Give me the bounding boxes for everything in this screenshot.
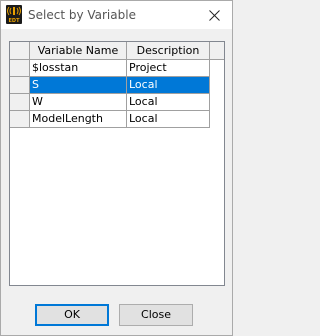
variable-name-cell[interactable]: ModelLength bbox=[30, 111, 127, 128]
close-button[interactable]: Close bbox=[119, 304, 193, 326]
table-row[interactable]: $losstan Project bbox=[10, 60, 224, 77]
header-filler bbox=[210, 42, 224, 60]
description-cell[interactable]: Local bbox=[127, 94, 210, 111]
variable-name-cell[interactable]: W bbox=[30, 94, 127, 111]
grid-header: Variable Name Description bbox=[10, 42, 224, 60]
variable-name-cell[interactable]: $losstan bbox=[30, 60, 127, 77]
description-cell[interactable]: Local bbox=[127, 77, 210, 94]
title-bar: EDT Select by Variable bbox=[1, 1, 232, 29]
close-icon[interactable] bbox=[196, 1, 232, 29]
app-icon-label: EDT bbox=[8, 18, 20, 24]
row-header-cell[interactable] bbox=[10, 60, 30, 77]
row-header-cell[interactable] bbox=[10, 111, 30, 128]
corner-header-cell bbox=[10, 42, 30, 60]
column-header-variable-name[interactable]: Variable Name bbox=[30, 42, 127, 60]
row-header-cell[interactable] bbox=[10, 77, 30, 94]
app-icon: EDT bbox=[6, 5, 22, 24]
window-title: Select by Variable bbox=[28, 8, 136, 22]
variable-name-cell[interactable]: S bbox=[30, 77, 127, 94]
dialog-window: EDT Select by Variable Variable Name Des… bbox=[0, 0, 233, 336]
ok-button[interactable]: OK bbox=[35, 304, 109, 326]
row-header-cell[interactable] bbox=[10, 94, 30, 111]
description-cell[interactable]: Project bbox=[127, 60, 210, 77]
description-cell[interactable]: Local bbox=[127, 111, 210, 128]
table-row[interactable]: ModelLength Local bbox=[10, 111, 224, 128]
variable-grid[interactable]: Variable Name Description $losstan Projec… bbox=[9, 41, 225, 286]
column-header-description[interactable]: Description bbox=[127, 42, 210, 60]
table-row[interactable]: S Local bbox=[10, 77, 224, 94]
table-row[interactable]: W Local bbox=[10, 94, 224, 111]
